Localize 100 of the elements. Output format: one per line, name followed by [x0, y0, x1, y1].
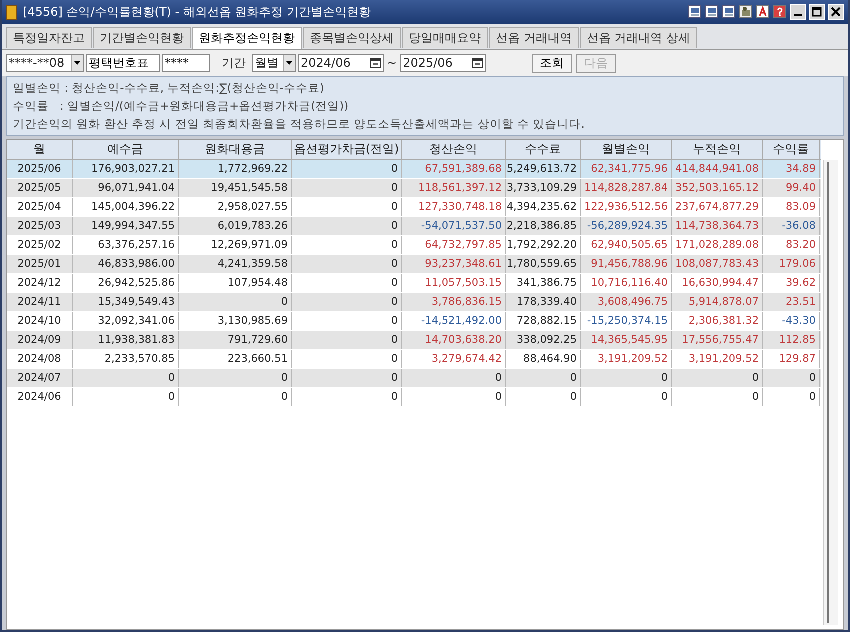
info-text: 일별손익 : 청산손익-수수료, 누적손익:∑(청산손익-수수료): [13, 80, 326, 96]
table-cell: 64,732,797.85: [402, 236, 506, 254]
table-cell: 4,241,359.58: [179, 255, 292, 273]
table-cell: -15,250,374.15: [581, 312, 672, 330]
column-header[interactable]: 원화대용금: [179, 140, 292, 159]
account-name-field[interactable]: 평택번호표: [86, 54, 160, 72]
table-cell: 178,339.40: [506, 293, 581, 311]
table-cell: 0: [292, 236, 402, 254]
table-cell: 5,914,878.07: [672, 293, 763, 311]
table-cell: 3,733,109.29: [506, 179, 581, 197]
table-cell: 0: [179, 388, 292, 406]
table-cell: 3,608,496.75: [581, 293, 672, 311]
table-cell: 19,451,545.58: [179, 179, 292, 197]
table-cell: 0: [506, 369, 581, 387]
table-cell: 0: [763, 388, 820, 406]
table-cell: 237,674,877.29: [672, 198, 763, 216]
table-cell: 2024/11: [7, 293, 73, 311]
toolbar-icon[interactable]: [773, 5, 787, 19]
table-row[interactable]: 2024/09 11,938,381.83 791,729.60 0 14,703,638.20 338,092.25 14,365,545.95 17,556,755.47 112.85: [7, 331, 821, 350]
column-header[interactable]: 예수금: [73, 140, 179, 159]
toolbar-icon[interactable]: [756, 5, 770, 19]
table-cell: 88,464.90: [506, 350, 581, 368]
window-title: [4556] 손익/수익률현황(T) - 해외선옵 원화추정 기간별손익현황: [23, 4, 372, 20]
table-cell: -36.08: [763, 217, 820, 235]
table-cell: 0: [73, 369, 179, 387]
table-cell: 17,556,755.47: [672, 331, 763, 349]
table-row[interactable]: 2025/03 149,994,347.55 6,019,783.26 0 -54,071,537.50 2,218,386.85 -56,289,924.35 114,738,364.73 -36.08: [7, 217, 821, 236]
table-cell: 0: [763, 369, 820, 387]
table-cell: 0: [402, 388, 506, 406]
toolbar-icon[interactable]: [688, 5, 702, 19]
column-header[interactable]: 월: [7, 140, 73, 159]
calendar-icon[interactable]: [472, 58, 484, 68]
table-cell: 0: [292, 388, 402, 406]
table-cell: 5,249,613.72: [506, 160, 581, 178]
column-header[interactable]: 누적손익: [672, 140, 763, 159]
close-button[interactable]: [828, 4, 844, 20]
table-cell: 2024/06: [7, 388, 73, 406]
column-header[interactable]: 청산손익: [402, 140, 506, 159]
column-header[interactable]: 수익률: [763, 140, 820, 159]
toolbar-icon[interactable]: [739, 5, 753, 19]
table-cell: 0: [292, 255, 402, 273]
table-cell: 0: [292, 160, 402, 178]
table-cell: 46,833,986.00: [73, 255, 179, 273]
account-combo[interactable]: ****-**08: [6, 54, 84, 72]
tab[interactable]: 당일매매요약: [402, 27, 488, 48]
table-cell: 34.89: [763, 160, 820, 178]
table-cell: -43.30: [763, 312, 820, 330]
table-cell: 0: [179, 293, 292, 311]
tab[interactable]: 특정일자잔고: [6, 27, 92, 48]
table-row[interactable]: 2024/11 15,349,549.43 0 0 3,786,836.15 178,339.40 3,608,496.75 5,914,878.07 23.51: [7, 293, 821, 312]
tab[interactable]: 선옵 거래내역: [489, 27, 579, 48]
table-row[interactable]: 2025/01 46,833,986.00 4,241,359.58 0 93,237,348.61 1,780,559.65 91,456,788.96 108,087,783.43 179.06: [7, 255, 821, 274]
table-cell: 2024/07: [7, 369, 73, 387]
tab[interactable]: 종목별손익상세: [303, 27, 401, 48]
table-cell: 0: [581, 388, 672, 406]
table-cell: 0: [179, 369, 292, 387]
table-cell: 176,903,027.21: [73, 160, 179, 178]
table-cell: 0: [672, 369, 763, 387]
table-row[interactable]: 2025/05 96,071,941.04 19,451,545.58 0 118,561,397.12 3,733,109.29 114,828,287.84 352,503,165.12 99.40: [7, 179, 821, 198]
table-cell: 6,019,783.26: [179, 217, 292, 235]
scrollbar[interactable]: [823, 160, 838, 625]
table-cell: 1,792,292.20: [506, 236, 581, 254]
start-date-field[interactable]: 2024/06: [298, 54, 384, 72]
table-cell: 96,071,941.04: [73, 179, 179, 197]
table-cell: 414,844,941.08: [672, 160, 763, 178]
tab[interactable]: 기간별손익현황: [93, 27, 191, 48]
table-cell: 2025/01: [7, 255, 73, 273]
table-cell: 11,057,503.15: [402, 274, 506, 292]
column-header[interactable]: 옵션평가차금(전일): [292, 140, 402, 159]
period-combo[interactable]: 월별: [252, 54, 296, 72]
calendar-icon[interactable]: [370, 58, 381, 68]
password-field[interactable]: ****: [162, 54, 210, 72]
end-date-field[interactable]: 2025/06: [400, 54, 486, 72]
column-header[interactable]: 수수료: [506, 140, 581, 159]
table-cell: 91,456,788.96: [581, 255, 672, 273]
maximize-button[interactable]: [809, 4, 825, 20]
table-cell: 122,936,512.56: [581, 198, 672, 216]
table-cell: 62,940,505.65: [581, 236, 672, 254]
toolbar-icon[interactable]: [722, 5, 736, 19]
table-row[interactable]: 2024/06 0 0 0 0 0 0 0 0: [7, 388, 821, 407]
tab[interactable]: 선옵 거래내역 상세: [580, 27, 698, 48]
table-cell: 2024/09: [7, 331, 73, 349]
table-cell: 107,954.48: [179, 274, 292, 292]
table-cell: 3,191,209.52: [672, 350, 763, 368]
table-cell: 0: [672, 388, 763, 406]
table-row[interactable]: 2025/06 176,903,027.21 1,772,969.22 0 67,591,389.68 5,249,613.72 62,341,775.96 414,844,941.08 34.89: [7, 160, 821, 179]
table-cell: 1,772,969.22: [179, 160, 292, 178]
toolbar-icon[interactable]: [705, 5, 719, 19]
search-button[interactable]: 조회: [532, 54, 572, 72]
table-cell: 1,780,559.65: [506, 255, 581, 273]
info-text: 기간손익의 원화 환산 추정 시 전일 최종회차환율을 적용하므로 양도소득산출세액과는 상이할 수 있습니다.: [13, 116, 586, 132]
tab[interactable]: 원화추정손익현황: [192, 27, 302, 49]
table-cell: 179.06: [763, 255, 820, 273]
table-row[interactable]: 2024/07 0 0 0 0 0 0 0 0: [7, 369, 821, 388]
table-cell: 16,630,994.47: [672, 274, 763, 292]
table-cell: 2025/05: [7, 179, 73, 197]
column-header[interactable]: 월별손익: [581, 140, 672, 159]
table-cell: -54,071,537.50: [402, 217, 506, 235]
table-cell: 3,130,985.69: [179, 312, 292, 330]
minimize-button[interactable]: [790, 4, 806, 20]
